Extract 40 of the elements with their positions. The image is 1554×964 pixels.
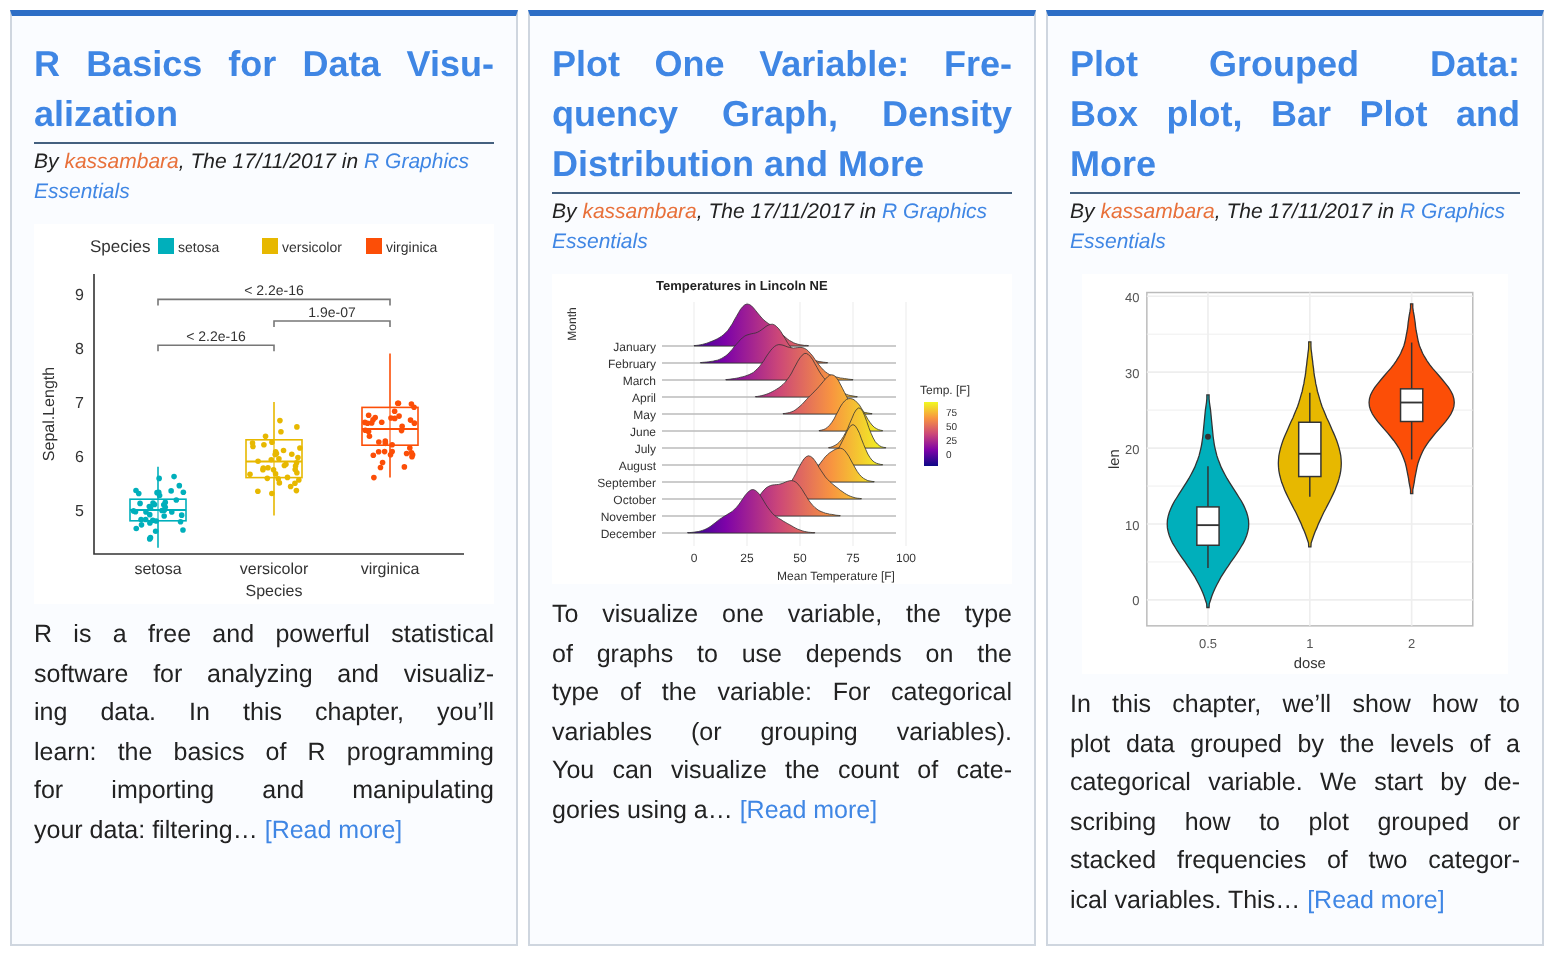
tick-label: 8 <box>75 340 84 358</box>
color-scale-bar <box>924 402 938 466</box>
category-link[interactable]: Essentials <box>1070 230 1166 254</box>
box-plot <box>361 352 419 481</box>
tick-label: versicolor <box>239 560 309 578</box>
post-title-link[interactable]: Plot One Variable: Fre- quency Graph, Density Distribution and More <box>552 40 1012 194</box>
read-more-link[interactable]: [Read more] <box>739 795 878 823</box>
byline: By kassambara, The 17/11/2017 in R Graphics Essentials <box>1070 198 1508 258</box>
read-more-link[interactable]: [Read more] <box>264 815 403 843</box>
category-link[interactable]: R Graphics <box>882 200 988 224</box>
box-plot <box>129 466 187 549</box>
axis-title: Species <box>245 582 303 600</box>
tick-label: 7 <box>75 394 84 412</box>
author-link[interactable]: kassambara <box>64 150 179 174</box>
tick-label: 6 <box>75 448 84 466</box>
tick-label: 5 <box>75 502 84 520</box>
axis-title: dose <box>1293 654 1326 673</box>
comparison-bracket <box>273 320 391 328</box>
comparison-bracket <box>157 344 275 353</box>
axis-title: Sepal.Length <box>40 366 58 462</box>
category-link[interactable]: Essentials <box>552 230 648 254</box>
byline: By kassambara, The 17/11/2017 in R Graphics Essentials <box>552 198 990 258</box>
byline: By kassambara, The 17/11/2017 in R Graphics Essentials <box>34 148 472 208</box>
category-link[interactable]: Essentials <box>34 180 130 204</box>
category-link[interactable]: R Graphics <box>364 150 470 174</box>
category-link[interactable]: R Graphics <box>1400 200 1506 224</box>
post-title-link[interactable]: Plot Grouped Data: Box plot, Bar Plot and More <box>1070 40 1520 194</box>
post-title-link[interactable]: R Basics for Data Visu- alization <box>34 40 494 144</box>
tick-label: setosa <box>134 560 182 578</box>
author-link[interactable]: kassambara <box>582 200 697 224</box>
author-link[interactable]: kassambara <box>1100 200 1215 224</box>
tick-label: virginica <box>360 560 420 578</box>
post-excerpt: In this chapter, we’ll show how to plot data grouped by the levels of a categorical variable. We start by de- scribing how to plot grouped or stacked frequencies of two categor- ical variables. This… [Read more] <box>1070 688 1520 918</box>
tick-label: 9 <box>75 286 84 304</box>
post-excerpt: R is a free and powerful statistical software for analyzing and visualiz- ing data. In this chapter, you’ll learn: the basics of R programming for importing and manipulating your data: filtering… [Read more] <box>34 618 494 848</box>
box-plot <box>245 401 303 517</box>
legend-title: Species <box>90 236 151 256</box>
read-more-link[interactable]: [Read more] <box>1307 885 1445 913</box>
post-excerpt: To visualize one variable, the type of graphs to use depends on the type of the variable: For categorical variables (or grouping variables). You can visualize the count of cate- gories using a… [Read more] <box>552 598 1012 828</box>
axis-title: len <box>1105 449 1124 470</box>
